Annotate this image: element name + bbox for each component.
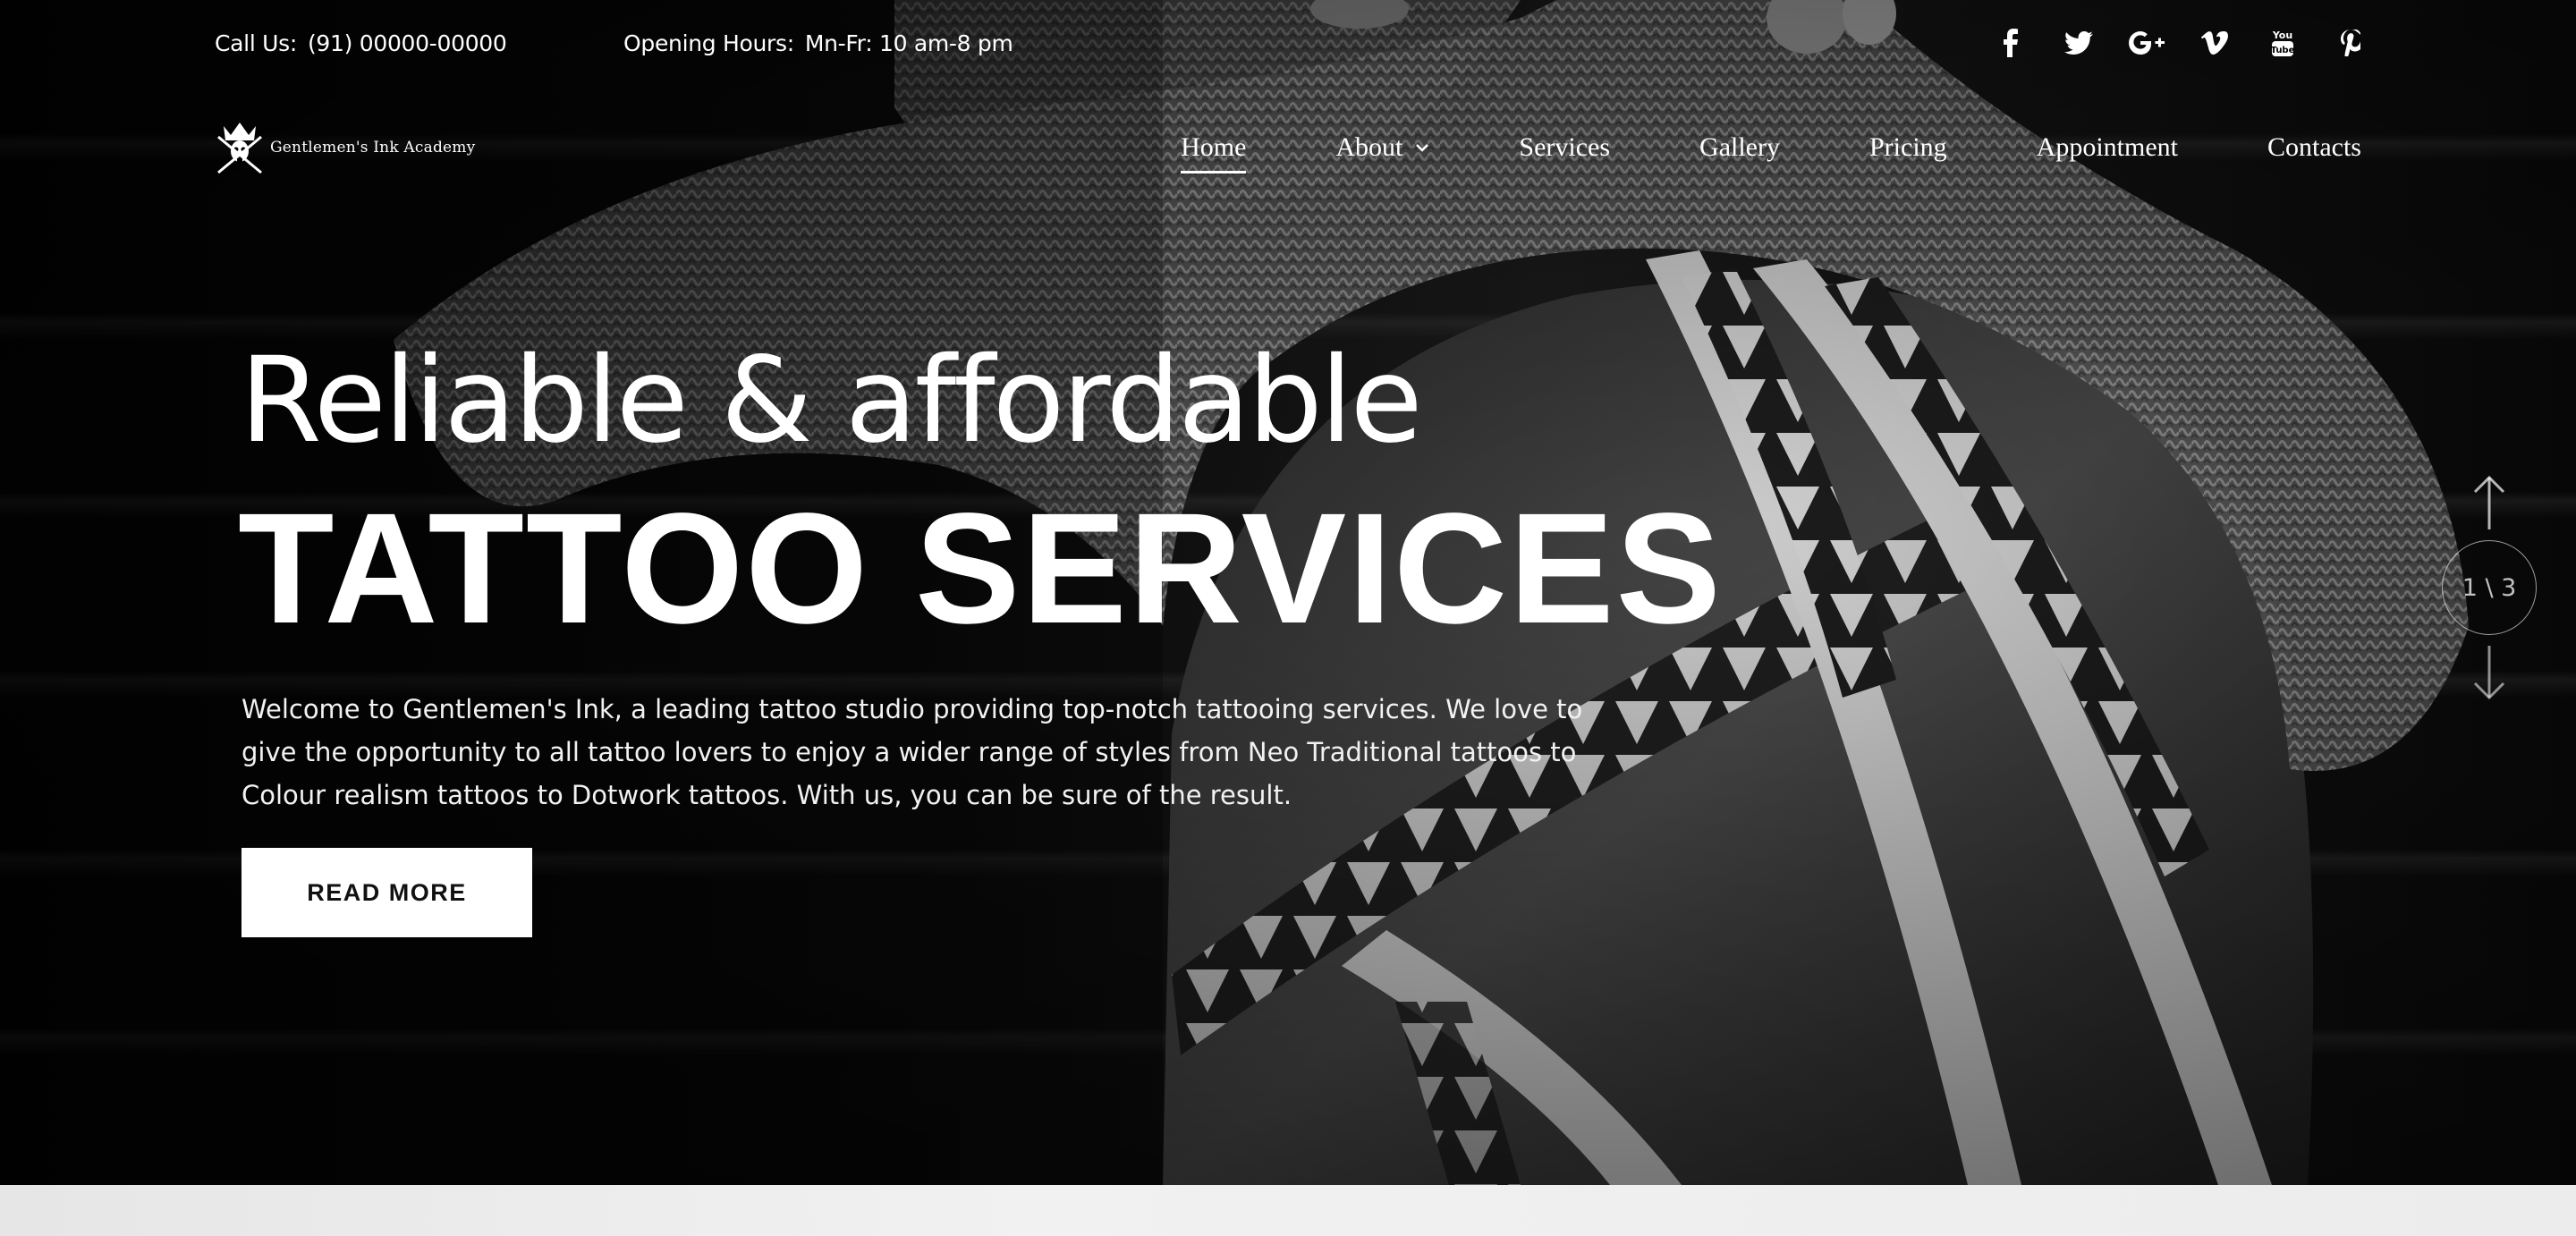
main-nav: Home About Services Gallery Pricing Appo… [1181, 132, 2361, 174]
hours-label: Opening Hours: [623, 30, 794, 56]
nav-contacts[interactable]: Contacts [2267, 132, 2361, 163]
brand-logo[interactable]: Gentlemen's Ink Academy [215, 121, 475, 174]
social-links: You Tube [1977, 25, 2385, 61]
hours-info: Opening Hours: Mn-Fr: 10 am-8 pm [623, 30, 1013, 56]
pinterest-icon[interactable] [2317, 25, 2385, 61]
crown-skull-icon [217, 123, 262, 174]
hours-value: Mn-Fr: 10 am-8 pm [804, 30, 1013, 56]
nav-appointment[interactable]: Appointment [2037, 132, 2178, 163]
next-section-band [0, 1185, 2576, 1236]
svg-text:Tube: Tube [2271, 46, 2295, 55]
phone-link[interactable]: (91) 00000-00000 [308, 30, 507, 56]
nav-gallery[interactable]: Gallery [1699, 132, 1780, 163]
svg-text:You: You [2272, 30, 2292, 41]
twitter-icon[interactable] [2045, 25, 2113, 61]
vimeo-icon[interactable] [2181, 25, 2249, 61]
chevron-down-icon [1415, 142, 1429, 153]
hero-intro-text: Welcome to Gentlemen's Ink, a leading ta… [242, 694, 1583, 810]
facebook-icon[interactable] [1977, 25, 2045, 61]
call-label: Call Us: [215, 30, 297, 56]
read-more-button[interactable]: READ MORE [242, 848, 532, 937]
arrow-up-icon[interactable] [2467, 474, 2512, 531]
call-info: Call Us: (91) 00000-00000 [215, 30, 507, 56]
nav-about[interactable]: About [1335, 132, 1429, 163]
nav-home[interactable]: Home [1181, 132, 1247, 174]
nav-about-label: About [1335, 132, 1403, 162]
youtube-icon[interactable]: You Tube [2249, 25, 2317, 61]
nav-services[interactable]: Services [1519, 132, 1610, 163]
nav-pricing[interactable]: Pricing [1869, 132, 1947, 163]
arrow-down-icon[interactable] [2467, 644, 2512, 701]
slider-controls: 1 \ 3 [2442, 474, 2537, 701]
slide-counter: 1 \ 3 [2442, 540, 2537, 635]
brand-name: Gentlemen's Ink Academy [270, 139, 476, 157]
hero-subheadline: Reliable & affordable [240, 332, 1423, 470]
hero-section: Call Us: (91) 00000-00000 Opening Hours: M… [0, 0, 2576, 1185]
google-plus-icon[interactable] [2113, 25, 2181, 61]
hero-headline: TATTOO SERVICES [238, 481, 1723, 656]
